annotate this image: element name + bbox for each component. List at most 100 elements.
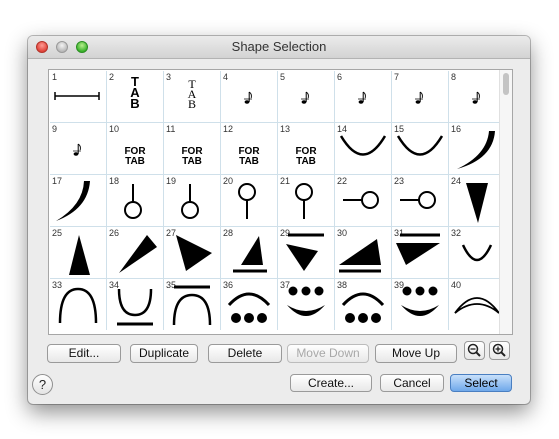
shape-cell-22[interactable]: 22 bbox=[335, 175, 391, 226]
shape-cell-19[interactable]: 19 bbox=[164, 175, 220, 226]
shape-cell-5[interactable]: 5 bbox=[278, 71, 334, 122]
scrollbar-thumb[interactable] bbox=[503, 73, 509, 95]
shape-cell-30[interactable]: 30 bbox=[335, 227, 391, 278]
arch-over-dots-icon bbox=[341, 292, 385, 323]
shape-cell-23[interactable]: 23 bbox=[392, 175, 448, 226]
shape-cell-31[interactable]: 31 bbox=[392, 227, 448, 278]
circle-with-stem-up-icon bbox=[181, 184, 199, 219]
small-note-icon bbox=[472, 91, 480, 104]
shape-cell-14[interactable]: 14 bbox=[335, 123, 391, 174]
for-tab-text-icon: FOR TAB bbox=[295, 146, 317, 167]
shape-cell-25[interactable]: 25 bbox=[50, 227, 106, 278]
shape-cell-16[interactable]: 16 bbox=[449, 123, 505, 174]
up-arc-icon bbox=[461, 244, 493, 262]
dots-over-smile-icon bbox=[287, 286, 325, 316]
zoom-in-button[interactable] bbox=[489, 341, 510, 360]
right-triangle-icon bbox=[119, 235, 157, 273]
shape-cell-32[interactable]: 32 bbox=[449, 227, 505, 278]
arc-over-line-icon bbox=[117, 288, 153, 326]
shape-cell-21[interactable]: 21 bbox=[278, 175, 334, 226]
dots-over-smile-icon bbox=[401, 286, 439, 316]
shape-cell-29[interactable]: 29 bbox=[278, 227, 334, 278]
shape-cell-1[interactable]: 1 bbox=[50, 71, 106, 122]
shape-number: 2 bbox=[109, 72, 115, 82]
up-triangle-icon bbox=[69, 235, 90, 275]
shape-cell-6[interactable]: 6 bbox=[335, 71, 391, 122]
vertical-scrollbar[interactable] bbox=[499, 70, 512, 334]
shape-cell-15[interactable]: 15 bbox=[392, 123, 448, 174]
crescent-arch-icon bbox=[454, 297, 500, 314]
shape-number: 12 bbox=[223, 124, 234, 134]
shape-cell-28[interactable]: 28 bbox=[221, 227, 277, 278]
shape-cell-3[interactable]: 3 TAB bbox=[164, 71, 220, 122]
shape-cell-24[interactable]: 24 bbox=[449, 175, 505, 226]
thick-curve-left-icon bbox=[56, 181, 90, 221]
tab-clef-large-icon: TAB bbox=[130, 74, 140, 111]
edit-button[interactable]: Edit... bbox=[47, 344, 121, 363]
shape-cell-12[interactable]: 12 FOR TAB bbox=[221, 123, 277, 174]
line-over-triangle-icon bbox=[286, 233, 324, 271]
shape-cell-10[interactable]: 10 FOR TAB bbox=[107, 123, 163, 174]
shape-cell-4[interactable]: 4 bbox=[221, 71, 277, 122]
shape-cell-7[interactable]: 7 bbox=[392, 71, 448, 122]
delete-button[interactable]: Delete bbox=[208, 344, 282, 363]
move-up-button[interactable]: Move Up bbox=[375, 344, 457, 363]
shape-cell-20[interactable]: 20 bbox=[221, 175, 277, 226]
move-down-button[interactable]: Move Down bbox=[287, 344, 369, 363]
for-tab-text-icon: FOR TAB bbox=[238, 146, 260, 167]
duplicate-button[interactable]: Duplicate bbox=[130, 344, 198, 363]
shape-cell-40[interactable]: 40 bbox=[449, 279, 505, 330]
shape-grid: 1 2 TAB 3 TAB 4 5 6 7 8 9 10 FOR TAB 11 FOR TAB 12 FOR T… bbox=[50, 71, 505, 330]
right-triangle-tilted-icon bbox=[176, 235, 212, 271]
shape-cell-26[interactable]: 26 bbox=[107, 227, 163, 278]
shape-palette: 1 2 TAB 3 TAB 4 5 6 7 8 9 10 FOR TAB 11 FOR TAB 12 FOR T… bbox=[48, 69, 513, 335]
down-arc-icon bbox=[339, 135, 387, 156]
shape-cell-37[interactable]: 37 bbox=[278, 279, 334, 330]
thick-curve-right-icon bbox=[457, 131, 495, 169]
line-over-wedge-icon bbox=[396, 233, 440, 265]
help-button[interactable]: ? bbox=[32, 374, 53, 395]
title-bar: Shape Selection bbox=[28, 36, 530, 59]
shape-cell-2[interactable]: 2 TAB bbox=[107, 71, 163, 122]
horizontal-bracket-line-icon bbox=[54, 92, 100, 100]
circle-with-stem-left-icon bbox=[343, 191, 379, 209]
shape-cell-33[interactable]: 33 bbox=[50, 279, 106, 330]
select-button[interactable]: Select bbox=[450, 374, 512, 392]
triangle-over-line-icon bbox=[233, 236, 267, 273]
circle-with-stem-left-icon bbox=[400, 191, 436, 209]
shape-cell-38[interactable]: 38 bbox=[335, 279, 391, 330]
small-note-icon bbox=[415, 91, 423, 104]
shape-cell-39[interactable]: 39 bbox=[392, 279, 448, 330]
shape-cell-27[interactable]: 27 bbox=[164, 227, 220, 278]
for-tab-text-icon: FOR TAB bbox=[181, 146, 203, 167]
shape-cell-9[interactable]: 9 bbox=[50, 123, 106, 174]
arch-over-dots-icon bbox=[227, 292, 271, 323]
shape-number: 13 bbox=[280, 124, 291, 134]
wedge-over-line-icon bbox=[339, 239, 381, 273]
tab-clef-serif-icon: TAB bbox=[187, 77, 197, 111]
down-triangle-icon bbox=[466, 183, 488, 223]
zoom-out-button[interactable] bbox=[464, 341, 485, 360]
shape-number: 11 bbox=[166, 124, 176, 134]
circle-with-stem-up-icon bbox=[124, 184, 142, 219]
cancel-button[interactable]: Cancel bbox=[380, 374, 444, 392]
shape-cell-11[interactable]: 11 FOR TAB bbox=[164, 123, 220, 174]
shape-cell-35[interactable]: 35 bbox=[164, 279, 220, 330]
shape-cell-13[interactable]: 13 FOR TAB bbox=[278, 123, 334, 174]
shape-number: 10 bbox=[109, 124, 120, 134]
small-note-icon bbox=[358, 91, 366, 104]
shape-cell-17[interactable]: 17 bbox=[50, 175, 106, 226]
small-note-icon bbox=[301, 91, 309, 104]
for-tab-text-icon: FOR TAB bbox=[124, 146, 146, 167]
circle-with-stem-down-icon bbox=[295, 183, 313, 219]
shape-cell-36[interactable]: 36 bbox=[221, 279, 277, 330]
create-button[interactable]: Create... bbox=[290, 374, 372, 392]
line-over-arch-icon bbox=[172, 285, 212, 326]
circle-with-stem-down-icon bbox=[238, 183, 256, 219]
shape-cell-18[interactable]: 18 bbox=[107, 175, 163, 226]
small-note-icon bbox=[73, 143, 81, 156]
shape-number: 3 bbox=[166, 72, 172, 82]
shape-cell-34[interactable]: 34 bbox=[107, 279, 163, 330]
down-arc-icon bbox=[396, 135, 444, 156]
shape-cell-8[interactable]: 8 bbox=[449, 71, 505, 122]
